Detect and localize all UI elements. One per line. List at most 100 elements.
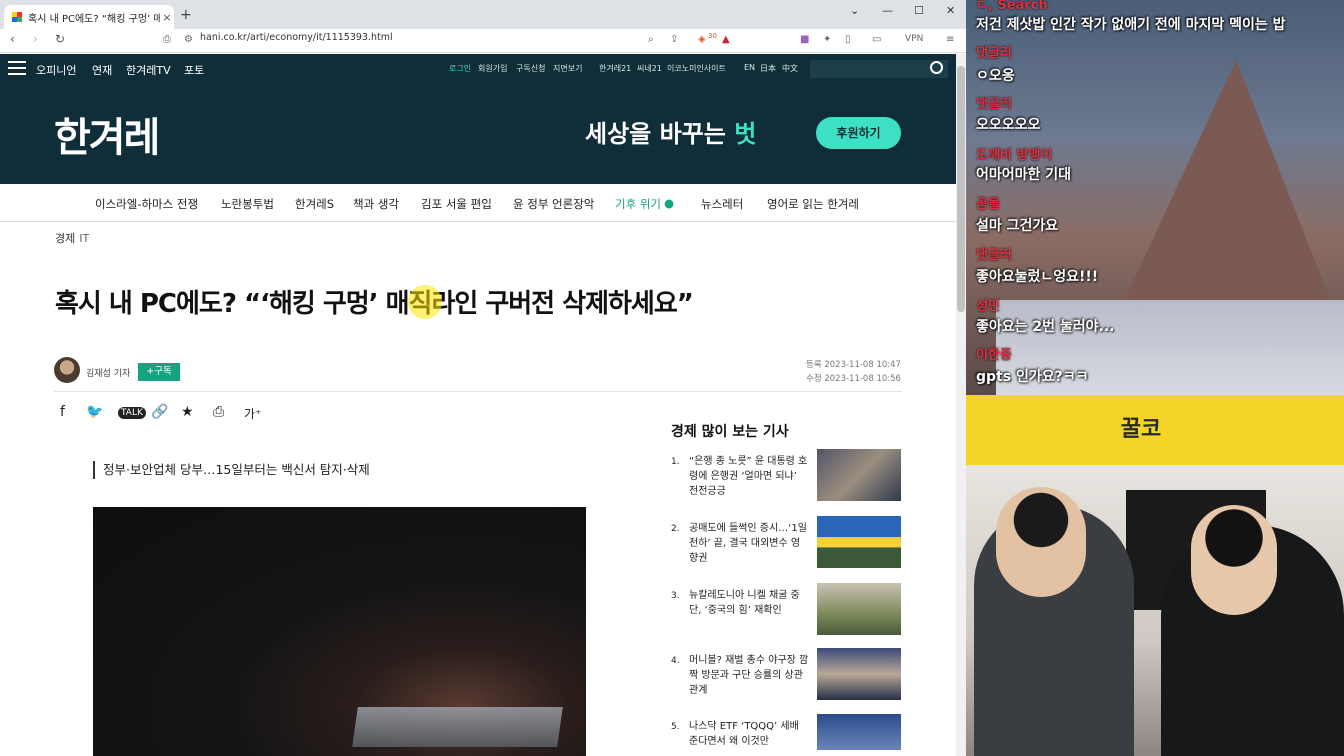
popular-article-item[interactable]: 3. 뉴칼레도니아 니켈 채굴 중단, ‘중국의 힘’ 재확인	[671, 583, 903, 643]
tab-bar: 혹시 내 PC에도? “해킹 구멍’ 매직… × + ⌄ — ☐ ✕	[0, 0, 966, 29]
gnb-right-link[interactable]: 구독신청	[516, 63, 545, 74]
print-icon[interactable]: ⎙	[213, 404, 224, 420]
minimize-button[interactable]: —	[882, 4, 893, 17]
link-icon[interactable]: 🔗	[151, 404, 168, 420]
rank-number: 4.	[671, 656, 680, 666]
gnb-right-link[interactable]: 회원가입	[478, 63, 507, 74]
category-nav: 이스라엘-하마스 전쟁 노란봉투법 한겨레S 책과 생각 김포 서울 편입 윤 …	[0, 184, 956, 222]
gnb-lang-link[interactable]: EN	[744, 63, 755, 72]
gnb-link[interactable]: 연재	[92, 62, 112, 78]
slogan: 세상을 바꾸는 벗	[585, 114, 756, 149]
popular-article-item[interactable]: 5. 나스닥 ETF ‘TQQQ’ 세배 준다면서 왜 이것만	[671, 714, 903, 756]
popular-article-title[interactable]: “은행 종 노릇” 윤 대통령 호령에 은행권 ‘얼마면 되냐’ 전전긍긍	[689, 454, 809, 499]
popular-article-item[interactable]: 1. “은행 종 노릇” 윤 대통령 호령에 은행권 ‘얼마면 되냐’ 전전긍긍	[671, 449, 903, 509]
twitter-icon[interactable]: 🐦	[86, 404, 103, 420]
article-thumbnail[interactable]	[817, 714, 901, 750]
gnb-right-link[interactable]: 이코노미인사이트	[667, 63, 726, 74]
popular-article-item[interactable]: 2. 공매도에 들썩인 증시…‘1일 천하’ 끝, 결국 대외변수 영향권	[671, 516, 903, 576]
popular-article-item[interactable]: 4. 머니볼? 재벌 총수 야구장 깜짝 방문과 구단 승률의 상관관계	[671, 648, 903, 708]
hamburger-menu-icon[interactable]	[8, 61, 26, 75]
scrollbar-thumb[interactable]	[957, 66, 965, 312]
forward-icon[interactable]: ›	[33, 32, 38, 46]
search-icon[interactable]	[930, 61, 943, 74]
webcam-feed	[966, 465, 1344, 756]
article-thumbnail[interactable]	[817, 516, 901, 568]
puzzle-icon[interactable]: ✦	[823, 34, 831, 45]
chat-username: 댓글러	[976, 248, 1012, 263]
facebook-icon[interactable]: f	[60, 404, 65, 420]
browser-toolbar: ‹ › ↻ ⎙ ⚙ hani.co.kr/arti/economy/it/111…	[0, 29, 966, 53]
category-link[interactable]: 김포 서울 편입	[421, 196, 492, 212]
extension-icon[interactable]: ■	[800, 34, 809, 45]
category-link[interactable]: 뉴스레터	[701, 196, 743, 212]
menu-icon[interactable]: ≡	[946, 34, 954, 45]
tab-search-icon[interactable]: ⌄	[850, 4, 859, 17]
honey-banner: 꿀코	[966, 395, 1344, 465]
gnb-right-link[interactable]: 씨네21	[637, 63, 662, 74]
gnb-link[interactable]: 오피니언	[36, 62, 76, 78]
chat-message: 저건 제삿밥 인간 작가 없애기 전에 마지막 멕이는 밥	[976, 17, 1286, 33]
globe-icon: ●	[664, 196, 675, 210]
gnb-link[interactable]: 포토	[184, 62, 204, 78]
support-button[interactable]: 후원하기	[816, 117, 901, 149]
bookmark-icon[interactable]: ⎙	[163, 34, 171, 45]
browser-tab[interactable]: 혹시 내 PC에도? “해킹 구멍’ 매직… ×	[4, 5, 174, 29]
address-bar[interactable]: hani.co.kr/arti/economy/it/1115393.html	[200, 32, 393, 43]
brave-shield-icon[interactable]: ◈	[698, 34, 706, 45]
maximize-button[interactable]: ☐	[914, 4, 924, 17]
site-favicon-icon	[12, 12, 22, 22]
category-link[interactable]: 책과 생각	[353, 196, 399, 212]
wallet-icon[interactable]: ▭	[872, 34, 881, 45]
zoom-icon[interactable]: ⌕	[648, 34, 654, 45]
masthead: 한겨레 세상을 바꾸는 벗 후원하기	[0, 83, 956, 184]
sidebar-icon[interactable]: ▯	[845, 34, 851, 45]
reporter-avatar[interactable]	[54, 357, 80, 383]
rewards-icon[interactable]: ▲	[722, 34, 730, 45]
chat-username: 댓글러	[976, 46, 1012, 61]
gnb-lang-link[interactable]: 日本	[760, 63, 776, 74]
breadcrumb-subsection[interactable]: IT	[79, 232, 89, 245]
gnb-right-link[interactable]: 지면보기	[553, 63, 582, 74]
shield-count: 30	[708, 32, 717, 40]
category-link[interactable]: 윤 정부 언론장악	[513, 196, 594, 212]
article-thumbnail[interactable]	[817, 449, 901, 501]
chat-message: 설마 그건가요	[976, 218, 1059, 234]
popular-article-title[interactable]: 머니볼? 재벌 총수 야구장 깜짝 방문과 구단 승률의 상관관계	[689, 653, 809, 698]
site-info-icon[interactable]: ⚙	[184, 34, 193, 45]
reload-icon[interactable]: ↻	[55, 32, 65, 46]
gnb-right-link[interactable]: 한겨레21	[599, 63, 631, 74]
reporter-name[interactable]: 김재섭 기자	[86, 366, 130, 379]
chat-message: 좋아요눌렀ㄴ엉요!!!	[976, 269, 1099, 285]
article-thumbnail[interactable]	[817, 583, 901, 635]
slogan-text: 세상을 바꾸는	[585, 120, 735, 148]
tab-title: 혹시 내 PC에도? “해킹 구멍’ 매직…	[28, 13, 160, 25]
category-link[interactable]: 영어로 읽는 한겨레	[767, 196, 859, 212]
streamer-1-head	[996, 487, 1086, 597]
category-link[interactable]: 노란봉투법	[221, 196, 274, 212]
gnb-lang-link[interactable]: 中文	[782, 63, 798, 74]
close-window-button[interactable]: ✕	[946, 4, 955, 17]
article-thumbnail[interactable]	[817, 648, 901, 700]
login-link[interactable]: 로그인	[449, 63, 471, 74]
gnb-link[interactable]: 한겨레TV	[126, 62, 171, 78]
subscribe-button[interactable]: +구독	[138, 363, 180, 381]
site-search-input[interactable]	[810, 60, 948, 78]
popular-article-title[interactable]: 나스닥 ETF ‘TQQQ’ 세배 준다면서 왜 이것만	[689, 719, 809, 749]
category-link-climate[interactable]: 기후 위기	[615, 196, 661, 212]
share-icon[interactable]: ⇪	[670, 34, 678, 45]
star-icon[interactable]: ★	[181, 404, 194, 420]
cursor-highlight	[408, 285, 442, 319]
popular-article-title[interactable]: 뉴칼레도니아 니켈 채굴 중단, ‘중국의 힘’ 재확인	[689, 588, 809, 618]
font-size-button[interactable]: 가⁺	[244, 405, 261, 422]
category-link[interactable]: 이스라엘-하마스 전쟁	[95, 196, 198, 212]
site-logo[interactable]: 한겨레	[54, 105, 160, 163]
kakaotalk-icon[interactable]: TALK	[118, 407, 146, 419]
new-tab-button[interactable]: +	[180, 7, 192, 23]
vpn-button[interactable]: VPN	[905, 34, 923, 44]
streamer-2-head	[1191, 505, 1277, 615]
close-tab-icon[interactable]: ×	[160, 11, 174, 24]
back-icon[interactable]: ‹	[10, 32, 15, 46]
popular-article-title[interactable]: 공매도에 들썩인 증시…‘1일 천하’ 끝, 결국 대외변수 영향권	[689, 521, 809, 566]
breadcrumb-section[interactable]: 경제	[55, 232, 75, 245]
category-link[interactable]: 한겨레S	[295, 196, 334, 212]
